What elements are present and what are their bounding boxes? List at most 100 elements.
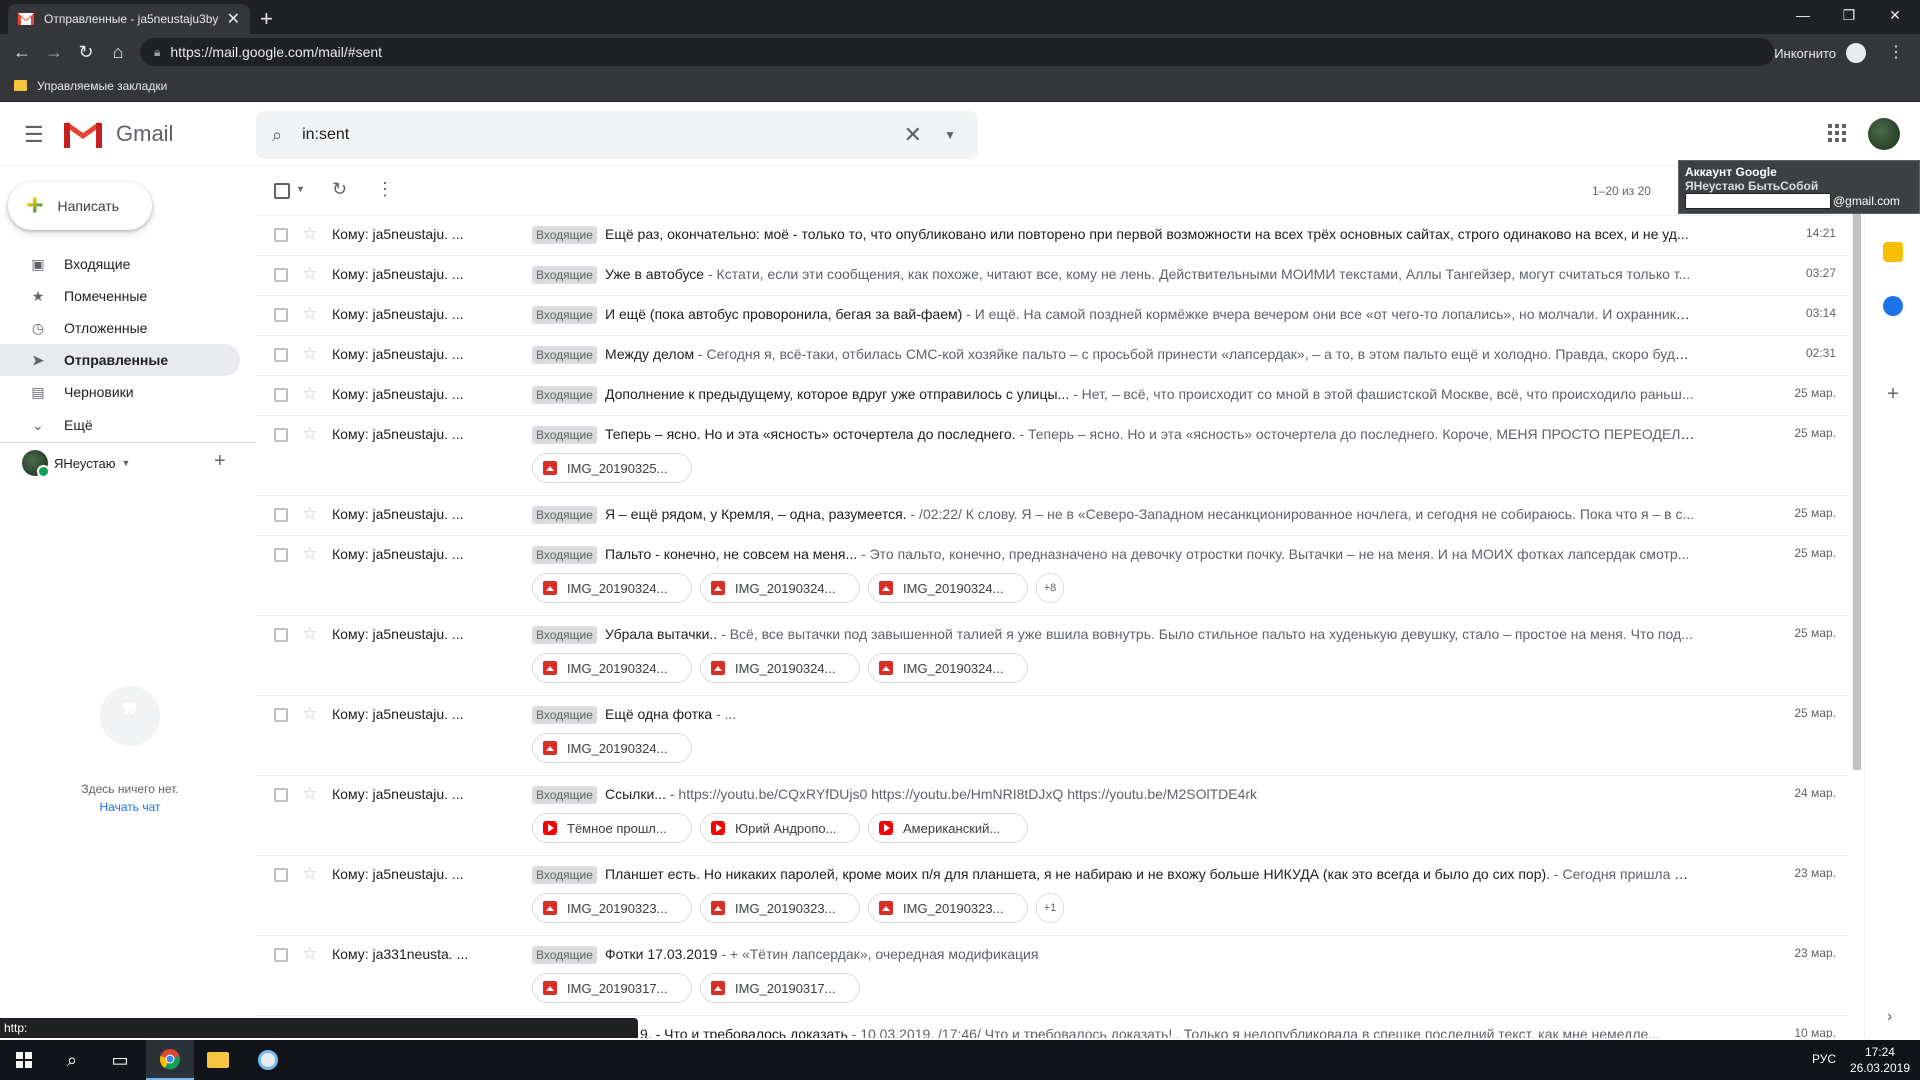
row-checkbox[interactable]	[274, 388, 288, 402]
row-checkbox[interactable]	[274, 308, 288, 322]
label-badge[interactable]: Входящие	[532, 426, 597, 444]
back-icon[interactable]: ←	[10, 40, 34, 64]
search-icon[interactable]: ⌕	[272, 125, 282, 146]
chrome-taskbar-icon[interactable]	[146, 1040, 194, 1080]
add-addon-icon[interactable]: +	[1883, 384, 1903, 404]
tasks-icon[interactable]	[1883, 296, 1903, 316]
attachment-chip[interactable]: IMG_20190324...	[868, 573, 1028, 603]
attachment-chip[interactable]: IMG_20190323...	[700, 893, 860, 923]
star-icon[interactable]: ☆	[302, 344, 317, 364]
star-icon[interactable]: ☆	[302, 384, 317, 404]
attachment-chip[interactable]: IMG_20190323...	[532, 893, 692, 923]
attachment-chip[interactable]: Тёмное прошл...	[532, 813, 692, 843]
minimize-icon[interactable]: —	[1780, 0, 1826, 30]
row-checkbox[interactable]	[274, 788, 288, 802]
star-icon[interactable]: ☆	[302, 264, 317, 284]
row-checkbox[interactable]	[274, 508, 288, 522]
email-row[interactable]: ☆ Кому: ja5neustaju. ... Входящие Убрала вы…	[256, 616, 1848, 696]
label-badge[interactable]: Входящие	[532, 506, 597, 524]
incognito-indicator[interactable]: Инкогнито	[1774, 43, 1866, 63]
paint-icon[interactable]	[244, 1040, 292, 1080]
close-window-icon[interactable]: ✕	[1872, 0, 1918, 30]
star-icon[interactable]: ☆	[302, 224, 317, 244]
attachment-chip[interactable]: Американский...	[868, 813, 1028, 843]
attachment-chip[interactable]: IMG_20190324...	[532, 733, 692, 763]
add-contact-icon[interactable]: +	[214, 450, 226, 473]
compose-button[interactable]: + Написать	[8, 182, 152, 230]
refresh-icon[interactable]: ↻	[332, 179, 347, 200]
account-avatar[interactable]	[1868, 118, 1900, 150]
home-icon[interactable]: ⌂	[106, 40, 130, 64]
nav-item-starred[interactable]: ★ Помеченные	[0, 280, 240, 312]
email-row[interactable]: ☆ Кому: ja5neustaju. ... Входящие Между дел…	[256, 336, 1848, 376]
attachment-chip[interactable]: IMG_20190324...	[532, 653, 692, 683]
star-icon[interactable]: ☆	[302, 944, 317, 964]
scrollbar[interactable]	[1852, 166, 1862, 1038]
star-icon[interactable]: ☆	[302, 784, 317, 804]
bookmark-folder-managed[interactable]: Управляемые закладки	[37, 79, 167, 93]
nav-item-more[interactable]: ⌄ Ещё	[0, 409, 240, 441]
nav-item-inbox[interactable]: ▣ Входящие	[0, 248, 240, 280]
clear-search-icon[interactable]: ✕	[904, 122, 922, 148]
email-row[interactable]: ☆ Кому: ja5neustaju. ... Входящие Я – ещё р…	[256, 496, 1848, 536]
email-row[interactable]: ☆ Кому: ja5neustaju. ... Входящие Пальто - …	[256, 536, 1848, 616]
star-icon[interactable]: ☆	[302, 704, 317, 724]
label-badge[interactable]: Входящие	[532, 866, 597, 884]
row-checkbox[interactable]	[274, 268, 288, 282]
google-apps-icon[interactable]	[1828, 124, 1846, 142]
search-options-icon[interactable]: ▼	[944, 128, 956, 142]
more-attachments[interactable]: +8	[1036, 573, 1064, 603]
label-badge[interactable]: Входящие	[532, 226, 597, 244]
search-input[interactable]: in:sent	[302, 126, 904, 144]
system-clock[interactable]: 17:24 26.03.2019	[1850, 1044, 1910, 1076]
search-taskbar-icon[interactable]: ⌕	[48, 1040, 96, 1080]
select-dropdown-icon[interactable]: ▼	[296, 184, 305, 194]
nav-item-sent[interactable]: ➤ Отправленные	[0, 344, 240, 376]
star-icon[interactable]: ☆	[302, 424, 317, 444]
attachment-chip[interactable]: IMG_20190324...	[868, 653, 1028, 683]
reload-icon[interactable]: ↻	[74, 40, 98, 64]
hangouts-user[interactable]: ЯНеустаю ▼	[22, 450, 130, 478]
row-checkbox[interactable]	[274, 348, 288, 362]
nav-item-drafts[interactable]: ▤ Черновики	[0, 376, 240, 408]
label-badge[interactable]: Входящие	[532, 386, 597, 404]
address-bar[interactable]: 🔒︎ https://mail.google.com/mail/#sent	[140, 38, 1774, 66]
select-all-checkbox[interactable]	[274, 183, 290, 199]
start-button[interactable]	[0, 1040, 48, 1080]
label-badge[interactable]: Входящие	[532, 546, 597, 564]
more-options-icon[interactable]: ⋮	[376, 179, 394, 200]
expand-panel-icon[interactable]: ›	[1887, 1008, 1892, 1026]
email-row[interactable]: ☆ Кому: ja5neustaju. ... Входящие Ещё раз, …	[256, 216, 1848, 256]
email-row[interactable]: ☆ Кому: ja5neustaju. ... Входящие И ещё (по…	[256, 296, 1848, 336]
browser-tab[interactable]: Отправленные - ja5neustaju3by ✕	[8, 4, 250, 34]
email-row[interactable]: ☆ Кому: ja5neustaju. ... Входящие Теперь – …	[256, 416, 1848, 496]
attachment-chip[interactable]: IMG_20190324...	[700, 573, 860, 603]
attachment-chip[interactable]: IMG_20190324...	[532, 573, 692, 603]
email-row[interactable]: ☆ Кому: ja331neusta. ... Входящие Фотки 17.…	[256, 936, 1848, 1016]
search-bar[interactable]: ⌕ in:sent ✕ ▼	[256, 111, 978, 159]
label-badge[interactable]: Входящие	[532, 946, 597, 964]
row-checkbox[interactable]	[274, 548, 288, 562]
attachment-chip[interactable]: IMG_20190323...	[868, 893, 1028, 923]
row-checkbox[interactable]	[274, 628, 288, 642]
label-badge[interactable]: Входящие	[532, 786, 597, 804]
scrollbar-thumb[interactable]	[1853, 170, 1861, 770]
attachment-chip[interactable]: Юрий Андропо...	[700, 813, 860, 843]
gmail-logo[interactable]: Gmail	[64, 120, 173, 148]
forward-icon[interactable]: →	[42, 40, 66, 64]
label-badge[interactable]: Входящие	[532, 346, 597, 364]
label-badge[interactable]: Входящие	[532, 626, 597, 644]
input-language[interactable]: РУС	[1812, 1052, 1836, 1066]
attachment-chip[interactable]: IMG_20190317...	[700, 973, 860, 1003]
task-view-icon[interactable]: ▭	[96, 1040, 144, 1080]
new-tab-icon[interactable]: +	[260, 6, 273, 32]
close-tab-icon[interactable]: ✕	[227, 9, 240, 29]
restore-icon[interactable]: ❐	[1826, 0, 1872, 30]
row-checkbox[interactable]	[274, 428, 288, 442]
row-checkbox[interactable]	[274, 948, 288, 962]
row-checkbox[interactable]	[274, 708, 288, 722]
attachment-chip[interactable]: IMG_20190325...	[532, 453, 692, 483]
row-checkbox[interactable]	[274, 868, 288, 882]
file-explorer-icon[interactable]	[194, 1040, 242, 1080]
star-icon[interactable]: ☆	[302, 504, 317, 524]
